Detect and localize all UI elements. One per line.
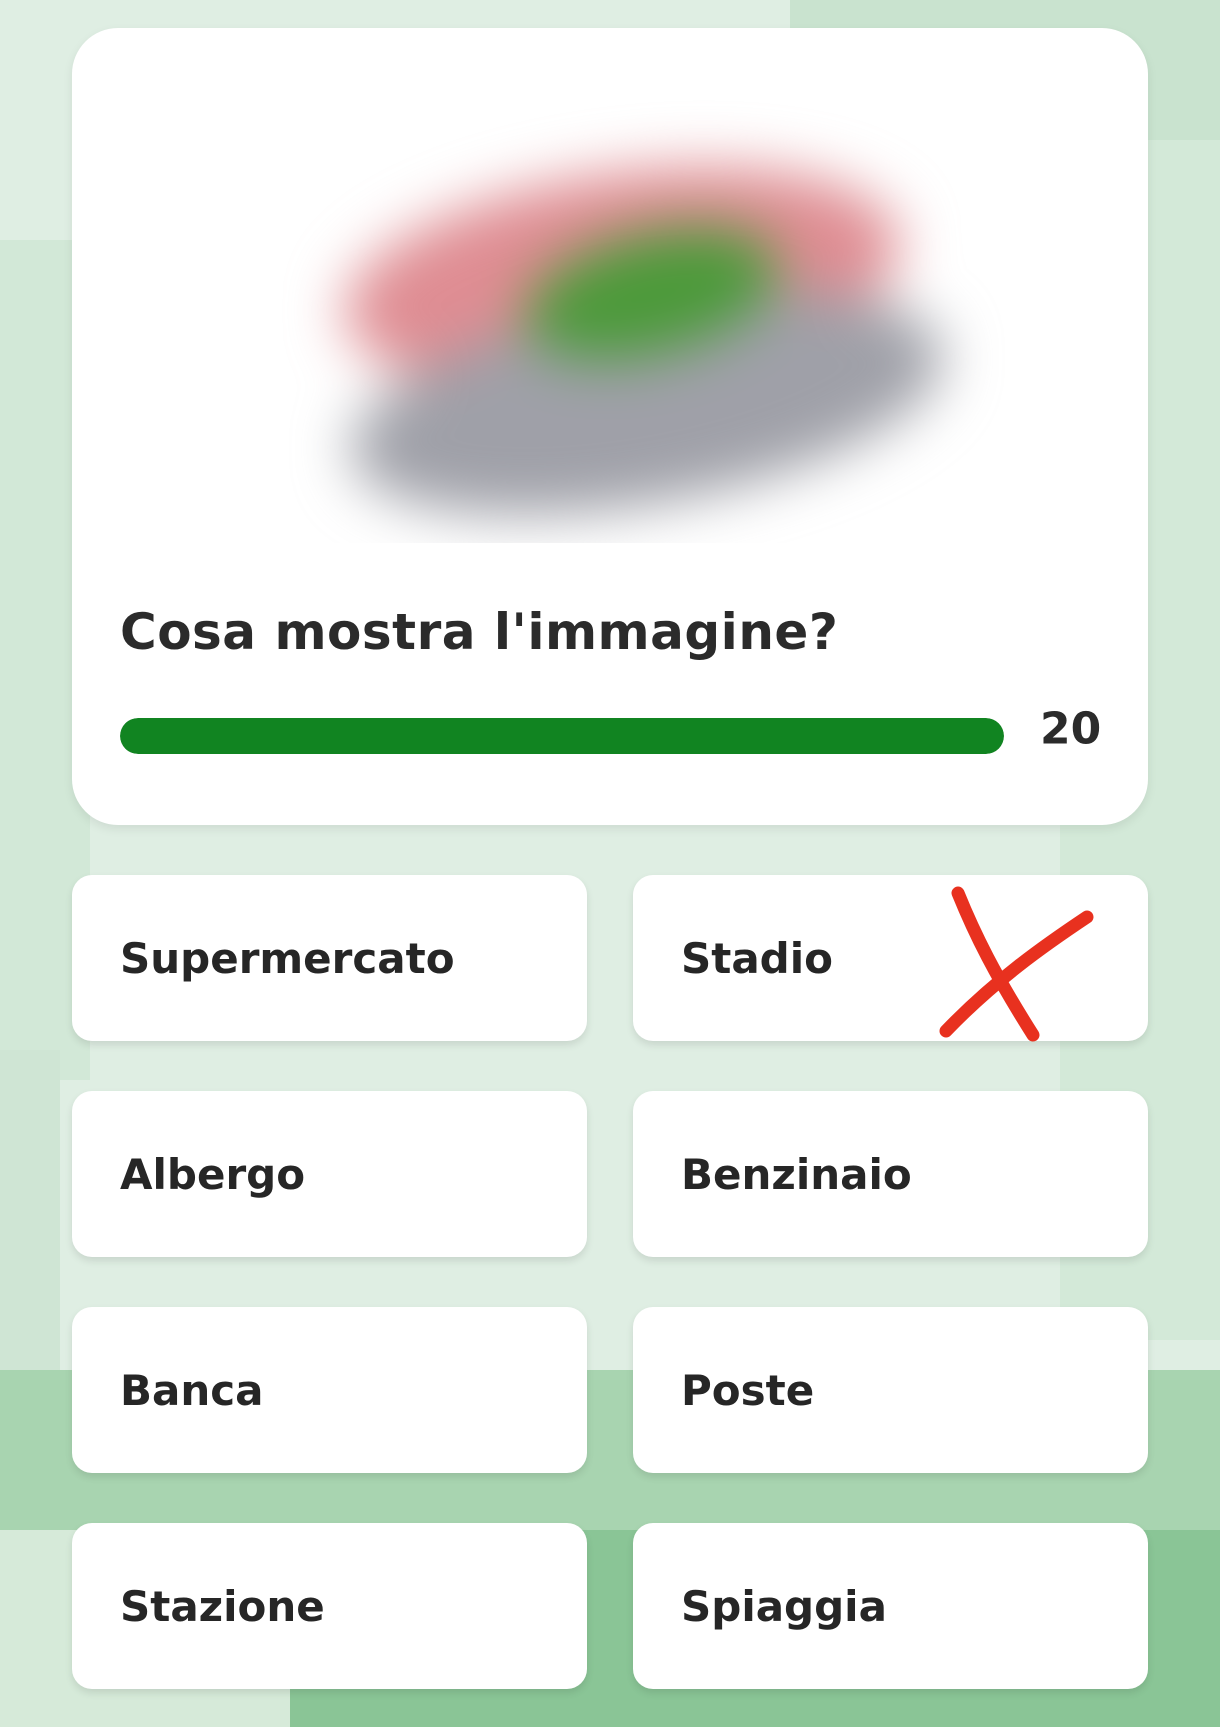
answer-button-benzinaio[interactable]: Benzinaio [633,1091,1148,1257]
answer-label: Supermercato [120,933,455,983]
question-card: Cosa mostra l'immagine? 20 [72,28,1148,825]
blurred-image-content [232,83,1052,543]
question-text: Cosa mostra l'immagine? [120,603,839,661]
timer-progress-bar [120,718,1004,754]
background-shape [0,1050,60,1370]
timer-value: 20 [1040,703,1102,755]
blurred-question-image [232,83,1052,543]
timer-progress-fill [120,718,1004,754]
answer-label: Poste [681,1365,815,1415]
answer-label: Banca [120,1365,264,1415]
answer-button-poste[interactable]: Poste [633,1307,1148,1473]
answer-button-albergo[interactable]: Albergo [72,1091,587,1257]
answer-button-stazione[interactable]: Stazione [72,1523,587,1689]
answer-button-stadio[interactable]: Stadio [633,875,1148,1041]
answer-button-supermercato[interactable]: Supermercato [72,875,587,1041]
answer-label: Stadio [681,933,833,983]
answer-button-banca[interactable]: Banca [72,1307,587,1473]
answer-label: Albergo [120,1149,306,1199]
answer-button-spiaggia[interactable]: Spiaggia [633,1523,1148,1689]
answer-label: Spiaggia [681,1581,887,1631]
answer-label: Stazione [120,1581,325,1631]
answer-label: Benzinaio [681,1149,912,1199]
